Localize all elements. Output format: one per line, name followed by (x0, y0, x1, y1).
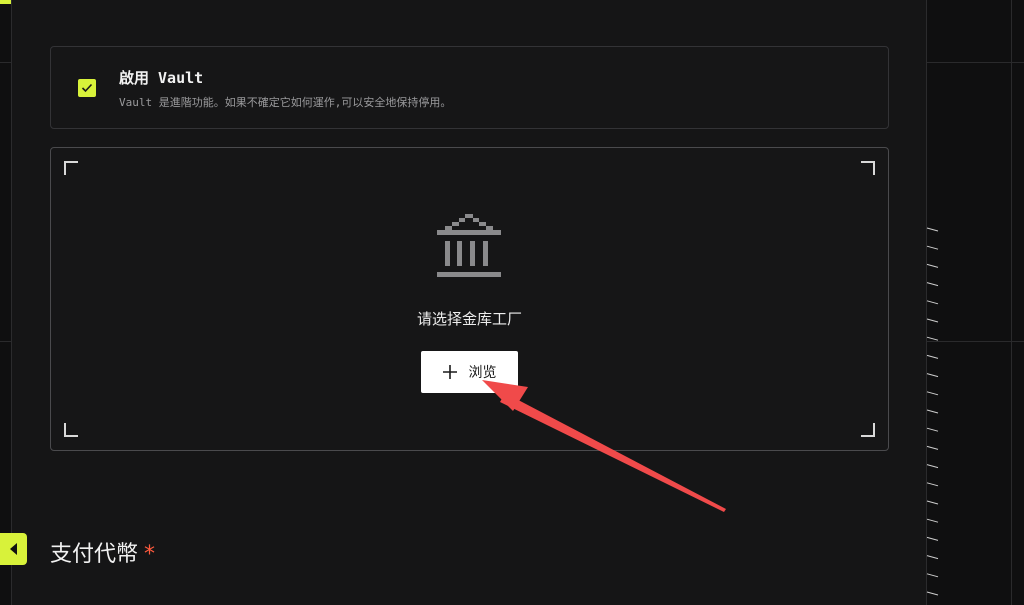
corner-bracket (64, 161, 78, 175)
ruler-tick (926, 245, 939, 250)
ruler-tick (926, 373, 939, 378)
enable-vault-title: 啟用 Vault (119, 69, 204, 87)
ruler-tick (926, 336, 939, 341)
corner-bracket (861, 423, 875, 437)
ruler-ticks (926, 227, 939, 596)
form-panel: 啟用 Vault Vault 是進階功能。如果不確定它如何運作,可以安全地保持停… (11, 0, 927, 605)
enable-vault-card[interactable]: 啟用 Vault Vault 是進階功能。如果不確定它如何運作,可以安全地保持停… (50, 46, 889, 129)
caret-left-icon (9, 543, 17, 555)
corner-bracket (861, 161, 875, 175)
bg-grid-line (0, 62, 11, 63)
plus-icon (442, 365, 457, 379)
ruler-tick (926, 518, 939, 523)
enable-vault-description: Vault 是進階功能。如果不確定它如何運作,可以安全地保持停用。 (119, 96, 452, 109)
ruler-tick (926, 464, 939, 469)
corner-bracket (64, 423, 78, 437)
factory-prompt: 请选择金库工厂 (416, 310, 522, 328)
vault-factory-selector: 请选择金库工厂 浏览 (50, 147, 889, 451)
ruler-tick (926, 536, 939, 541)
ruler-tick (926, 282, 939, 287)
check-icon (81, 83, 93, 93)
payment-token-title: 支付代幣 (50, 542, 139, 567)
ruler-tick (926, 391, 939, 396)
enable-vault-checkbox[interactable] (78, 79, 96, 97)
ruler-tick (926, 555, 939, 560)
ruler-tick (926, 427, 939, 432)
ruler-tick (926, 300, 939, 305)
ruler-tick (926, 573, 939, 578)
collapse-section-toggle[interactable] (0, 533, 27, 565)
ruler-tick (926, 318, 939, 323)
ruler-tick (926, 227, 939, 232)
app-screen: 啟用 Vault Vault 是進階功能。如果不確定它如何運作,可以安全地保持停… (0, 0, 1024, 605)
required-mark: * (144, 542, 156, 567)
ruler-tick (926, 591, 939, 596)
browse-button-label: 浏览 (468, 364, 497, 380)
ruler-tick (926, 263, 939, 268)
ruler-tick (926, 445, 939, 450)
bg-grid-line (926, 341, 1024, 342)
ruler-tick (926, 409, 939, 414)
browse-button[interactable]: 浏览 (421, 351, 518, 393)
ruler-tick (926, 500, 939, 505)
bg-grid-line (926, 62, 1024, 63)
bank-icon (437, 214, 501, 277)
payment-token-heading: 支付代幣 * (50, 536, 155, 568)
bg-grid-line (0, 341, 11, 342)
ruler-tick (926, 354, 939, 359)
ruler-tick (926, 482, 939, 487)
bg-grid-line (1011, 0, 1012, 605)
